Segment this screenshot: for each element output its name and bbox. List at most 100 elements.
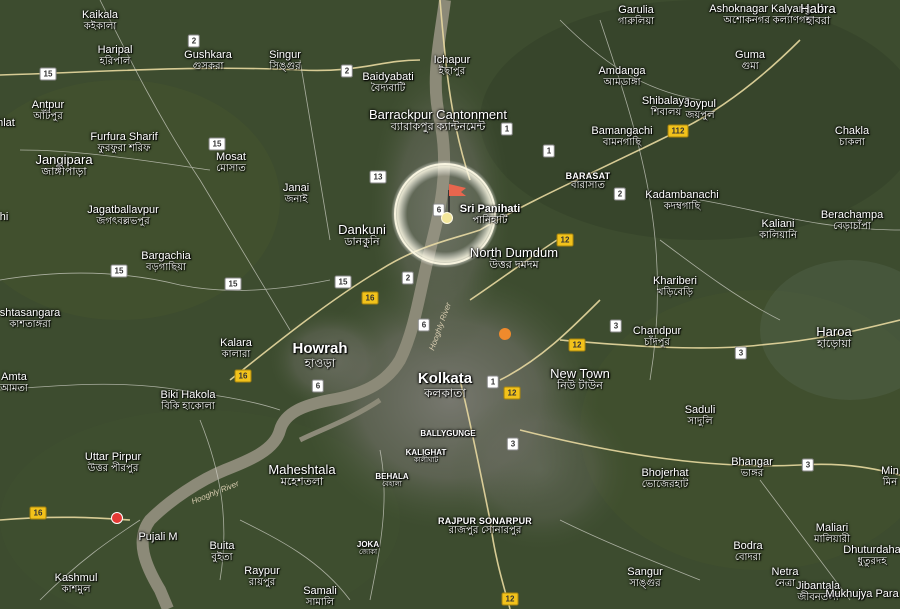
place-name: Habra <box>800 1 836 16</box>
yellow-pin-icon[interactable] <box>441 212 453 224</box>
place-name-bn: হাওড়া <box>304 355 336 370</box>
orange-pin-icon[interactable] <box>499 328 511 340</box>
place-label-barrackpur[interactable]: Barrackpur Cantonment ব্যারাকপুর ক্যান্টন… <box>369 108 507 133</box>
place-label-saduli[interactable]: Saduli সাদুলি <box>685 404 716 427</box>
place-label-kolkata[interactable]: Kolkata কলকাতা <box>418 371 472 399</box>
map-canvas[interactable]: Kaikala কইকালা Haripal হরিপাল Gushkara গুসকরা… <box>0 0 900 609</box>
place-name-bn: ধুতুরদহ <box>857 555 887 567</box>
place-label-mukhujya[interactable]: Mukhujya Para <box>825 588 898 601</box>
place-label-haroa[interactable]: Haroa হাড়োয়া <box>816 325 851 350</box>
state-highway-shield: 15 <box>110 264 128 278</box>
place-name: Kashmul <box>54 572 98 584</box>
red-pin-icon[interactable] <box>111 512 123 524</box>
place-label-mosat[interactable]: Mosat মোসাত <box>216 151 246 174</box>
place-name: Bodra <box>733 540 763 552</box>
place-label-shibalaya[interactable]: Shibalaya শিবালয় <box>642 95 690 118</box>
place-label-amta[interactable]: Amta আমতা <box>0 371 28 394</box>
place-label-habra[interactable]: Habra হাবরা <box>800 2 835 27</box>
place-name-bn: কলকাতা <box>424 385 466 400</box>
place-label-uttar-pirpur[interactable]: Uttar Pirpur উত্তর পীরপুর <box>85 451 141 474</box>
place-label-north-dumdum[interactable]: North Dumdum উত্তর দমদম <box>470 246 558 271</box>
place-name: Min <box>881 465 899 477</box>
place-label-kadambanachi[interactable]: Kadambanachi কদম্বগাছি <box>645 189 718 212</box>
place-name: Kaikala <box>81 9 119 21</box>
place-label-min[interactable]: Min মিন <box>881 465 899 488</box>
place-label-netra[interactable]: Netra নেত্রা <box>771 566 799 589</box>
place-label-shtasangara[interactable]: shtasangara কাশতাঙ্গরা <box>0 307 60 330</box>
place-name: Joypul <box>684 98 716 110</box>
highlight-label[interactable]: Sri Panihati পানিহাটি <box>460 203 521 226</box>
place-name-bn: বড়গাছিয়া <box>146 261 186 273</box>
place-name: Haroa <box>816 324 852 339</box>
place-label-bhangar[interactable]: Bhangar ভাঙ্গর <box>731 456 773 479</box>
place-label-bikihakola[interactable]: Biki Hakola বিকি হাকোলা <box>160 389 215 412</box>
place-label-guma[interactable]: Guma গুমা <box>735 49 765 72</box>
place-label-behala[interactable]: BEHALA বেহালা <box>375 472 408 489</box>
place-label-khariberi[interactable]: Khariberi খড়িবেড়ি <box>653 275 697 298</box>
place-label-samali[interactable]: Samali সামালি <box>303 585 337 608</box>
place-label-janai[interactable]: Janai জনাই <box>283 182 309 205</box>
place-name-bn: উত্তর দমদম <box>489 258 539 271</box>
place-label-berachampa[interactable]: Berachampa বেড়াচাঁপা <box>821 209 883 232</box>
place-label-howrah[interactable]: Howrah হাওড়া <box>292 341 347 369</box>
state-highway-shield: 2 <box>187 34 201 48</box>
place-name-bn: জগৎবল্লভপুর <box>96 215 150 227</box>
place-label-raypur[interactable]: Raypur রায়পুর <box>244 565 279 588</box>
place-label-bhojerhat[interactable]: Bhojerhat ভোজেরহাট <box>641 467 688 490</box>
place-label-new-town[interactable]: New Town নিউ টাউন <box>550 367 610 392</box>
place-name: Netra <box>771 566 799 578</box>
place-name-bn: বারাসাত <box>571 180 605 192</box>
place-label-garulia[interactable]: Garulia গারুলিয়া <box>618 4 654 27</box>
state-highway-shield: 3 <box>734 346 748 360</box>
place-label-hi[interactable]: hi <box>0 211 8 224</box>
place-label-antpur[interactable]: Antpur আঁটপুর <box>32 99 64 122</box>
place-label-maheshtala[interactable]: Maheshtala মহেশতলা <box>268 463 335 488</box>
place-label-jangipara[interactable]: Jangipara জাঙ্গীপাড়া <box>35 153 92 178</box>
place-label-gushkara[interactable]: Gushkara গুসকরা <box>184 49 232 72</box>
place-label-kashmul[interactable]: Kashmul কাশমুল <box>54 572 98 595</box>
place-label-kaliani[interactable]: Kaliani কালিয়ানি <box>759 218 797 241</box>
place-label-dankuni[interactable]: Dankuni ডানকুনি <box>338 223 386 248</box>
place-label-ichapur[interactable]: Ichapur ইছাপুর <box>434 54 471 77</box>
place-label-kalighat[interactable]: KALIGHAT কালীঘাট <box>406 448 447 465</box>
place-label-bodra[interactable]: Bodra বোদরা <box>733 540 763 563</box>
place-label-barasat[interactable]: BARASAT বারাসাত <box>566 171 611 192</box>
place-label-pujali[interactable]: Pujali M <box>138 531 177 544</box>
place-name-bn: বেড়াচাঁপা <box>833 220 871 232</box>
place-label-joypul[interactable]: Joypul জয়পুল <box>684 98 716 121</box>
place-label-singur[interactable]: Singur সিঙ্গুর <box>269 49 301 72</box>
place-name-bn: হাড়োয়া <box>816 337 852 350</box>
national-highway-shield: 16 <box>29 506 47 520</box>
place-name-bn: সাঙ্গুর <box>629 577 661 589</box>
place-label-baidyabati[interactable]: Baidyabati বৈদ্যবাটি <box>362 71 413 94</box>
state-highway-shield: 2 <box>340 64 354 78</box>
place-name-bn: বোদরা <box>734 551 762 563</box>
place-label-haripal[interactable]: Haripal হরিপাল <box>98 44 133 67</box>
place-name-bn: কাশতাঙ্গরা <box>9 318 51 330</box>
place-name: Dhuturdaha <box>843 544 900 556</box>
place-label-amdanga[interactable]: Amdanga আমডাঙ্গা <box>598 65 645 88</box>
place-label-rajpur[interactable]: RAJPUR SONARPUR রাজপুর সোনারপুর <box>438 516 532 537</box>
place-name-bn: জোকা <box>358 549 378 557</box>
place-label-maliari[interactable]: Maliari মালিয়ারী <box>814 522 850 545</box>
place-name: Sangur <box>627 566 663 578</box>
place-label-buita[interactable]: Buita বুইতা <box>209 540 234 563</box>
place-label-ballygunge[interactable]: BALLYGUNGE <box>420 429 475 438</box>
place-label-hlat[interactable]: hlat <box>0 117 15 130</box>
place-label-kalara[interactable]: Kalara কালারা <box>220 337 252 360</box>
place-label-kaikala[interactable]: Kaikala কইকালা <box>81 9 119 32</box>
place-label-jagatballavpur[interactable]: Jagatballavpur জগৎবল্লভপুর <box>87 204 159 227</box>
place-label-joka[interactable]: JOKA জোকা <box>357 540 379 557</box>
place-name-bn: মহেশতলা <box>280 475 324 488</box>
place-name-bn: গুসকরা <box>192 60 224 72</box>
place-label-bargachia[interactable]: Bargachia বড়গাছিয়া <box>141 250 191 273</box>
place-label-chakla[interactable]: Chakla চাকলা <box>835 125 869 148</box>
place-name-bn: মিন <box>882 476 898 488</box>
place-name-bn: বৈদ্যবাটি <box>370 82 406 94</box>
place-label-chandpur[interactable]: Chandpur চাঁদপুর <box>633 325 681 348</box>
national-highway-shield: 112 <box>667 124 689 138</box>
place-label-dhuturdaha[interactable]: Dhuturdaha ধুতুরদহ <box>843 544 900 567</box>
place-label-furfura[interactable]: Furfura Sharif ফুরফুরা শরিফ <box>90 131 157 154</box>
place-label-sangur[interactable]: Sangur সাঙ্গুর <box>627 566 663 589</box>
place-label-bamangachi[interactable]: Bamangachi বামনগাছি <box>591 125 652 148</box>
